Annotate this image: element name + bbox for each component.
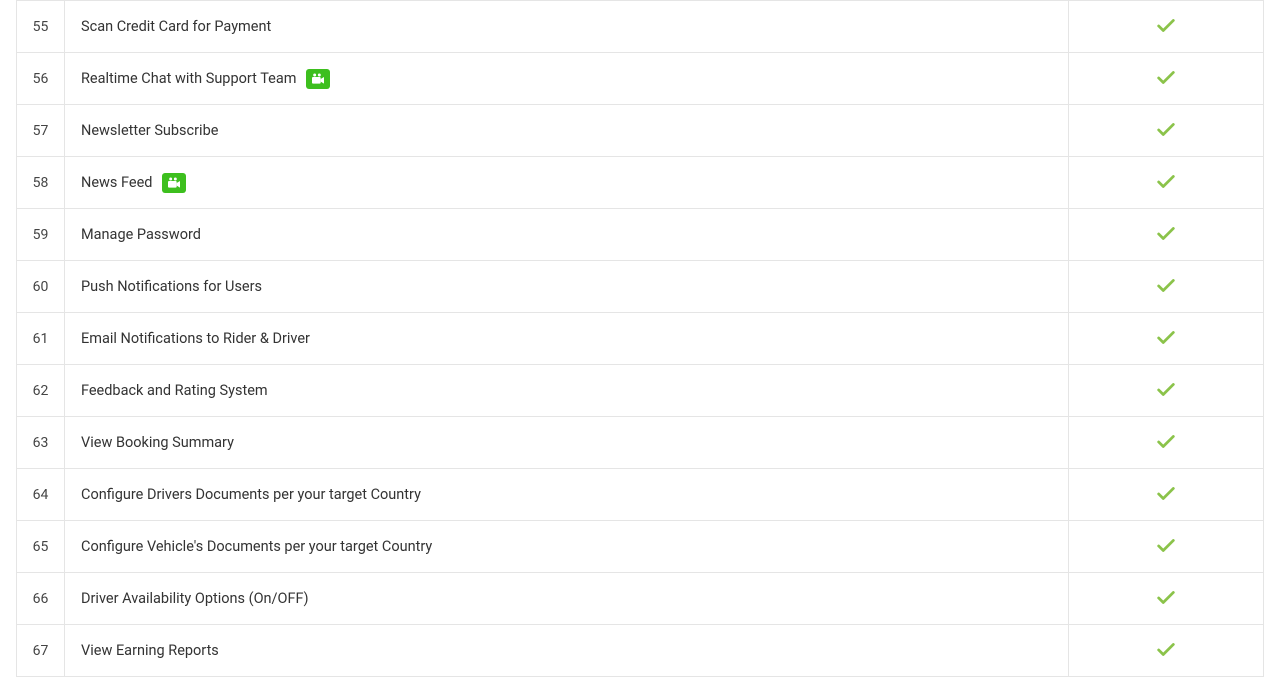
check-cell [1069,417,1264,469]
video-camera-icon[interactable] [162,173,186,193]
feature-label: Scan Credit Card for Payment [81,18,271,35]
feature-content: Realtime Chat with Support Team [81,69,1068,89]
feature-label: Configure Vehicle's Documents per your t… [81,538,432,555]
check-cell [1069,365,1264,417]
check-icon [1155,596,1177,612]
feature-table: 55 Scan Credit Card for Payment 56 Realtime… [16,0,1264,677]
feature-label: Driver Availability Options (On/OFF) [81,590,309,607]
table-row: 58 News Feed [17,157,1264,209]
feature-content: Feedback and Rating System [81,382,1068,399]
table-row: 55 Scan Credit Card for Payment [17,1,1264,53]
feature-label: View Earning Reports [81,642,219,659]
table-row: 65 Configure Vehicle's Documents per your… [17,521,1264,573]
table-row: 59 Manage Password [17,209,1264,261]
row-number: 62 [17,365,65,417]
feature-label: Newsletter Subscribe [81,122,218,139]
feature-content: View Booking Summary [81,434,1068,451]
feature-cell: News Feed [65,157,1069,209]
row-number: 61 [17,313,65,365]
feature-content: News Feed [81,173,1068,193]
feature-content: Configure Vehicle's Documents per your t… [81,538,1068,555]
feature-cell: Realtime Chat with Support Team [65,53,1069,105]
feature-content: Email Notifications to Rider & Driver [81,330,1068,347]
check-cell [1069,313,1264,365]
row-number: 64 [17,469,65,521]
check-cell [1069,209,1264,261]
row-number: 57 [17,105,65,157]
feature-cell: Feedback and Rating System [65,365,1069,417]
feature-cell: Email Notifications to Rider & Driver [65,313,1069,365]
check-icon [1155,128,1177,144]
feature-label: Realtime Chat with Support Team [81,70,296,87]
row-number: 63 [17,417,65,469]
feature-label: News Feed [81,174,152,191]
check-icon [1155,544,1177,560]
table-row: 66 Driver Availability Options (On/OFF) [17,573,1264,625]
feature-table-container: 55 Scan Credit Card for Payment 56 Realtime… [8,0,1272,677]
feature-table-body: 55 Scan Credit Card for Payment 56 Realtime… [17,1,1264,677]
check-icon [1155,336,1177,352]
feature-cell: Configure Vehicle's Documents per your t… [65,521,1069,573]
table-row: 62 Feedback and Rating System [17,365,1264,417]
check-icon [1155,492,1177,508]
check-cell [1069,521,1264,573]
check-icon [1155,388,1177,404]
feature-content: View Earning Reports [81,642,1068,659]
row-number: 59 [17,209,65,261]
table-row: 61 Email Notifications to Rider & Driver [17,313,1264,365]
check-icon [1155,180,1177,196]
table-row: 56 Realtime Chat with Support Team [17,53,1264,105]
feature-content: Manage Password [81,226,1068,243]
feature-cell: Driver Availability Options (On/OFF) [65,573,1069,625]
feature-label: Email Notifications to Rider & Driver [81,330,310,347]
feature-cell: Scan Credit Card for Payment [65,1,1069,53]
row-number: 58 [17,157,65,209]
check-cell [1069,53,1264,105]
check-cell [1069,105,1264,157]
table-row: 60 Push Notifications for Users [17,261,1264,313]
row-number: 55 [17,1,65,53]
feature-label: Configure Drivers Documents per your tar… [81,486,421,503]
check-cell [1069,1,1264,53]
row-number: 60 [17,261,65,313]
row-number: 56 [17,53,65,105]
check-icon [1155,648,1177,664]
check-icon [1155,76,1177,92]
table-row: 64 Configure Drivers Documents per your t… [17,469,1264,521]
feature-cell: View Booking Summary [65,417,1069,469]
check-icon [1155,440,1177,456]
feature-content: Configure Drivers Documents per your tar… [81,486,1068,503]
check-icon [1155,24,1177,40]
feature-content: Driver Availability Options (On/OFF) [81,590,1068,607]
feature-cell: Push Notifications for Users [65,261,1069,313]
feature-cell: Manage Password [65,209,1069,261]
feature-label: View Booking Summary [81,434,234,451]
feature-label: Feedback and Rating System [81,382,268,399]
table-row: 57 Newsletter Subscribe [17,105,1264,157]
feature-content: Newsletter Subscribe [81,122,1068,139]
feature-label: Push Notifications for Users [81,278,262,295]
feature-label: Manage Password [81,226,201,243]
row-number: 66 [17,573,65,625]
check-cell [1069,469,1264,521]
check-cell [1069,157,1264,209]
feature-content: Push Notifications for Users [81,278,1068,295]
check-icon [1155,284,1177,300]
row-number: 65 [17,521,65,573]
check-cell [1069,573,1264,625]
feature-cell: Newsletter Subscribe [65,105,1069,157]
table-row: 63 View Booking Summary [17,417,1264,469]
check-cell [1069,261,1264,313]
feature-cell: Configure Drivers Documents per your tar… [65,469,1069,521]
video-camera-icon[interactable] [306,69,330,89]
feature-content: Scan Credit Card for Payment [81,18,1068,35]
check-icon [1155,232,1177,248]
